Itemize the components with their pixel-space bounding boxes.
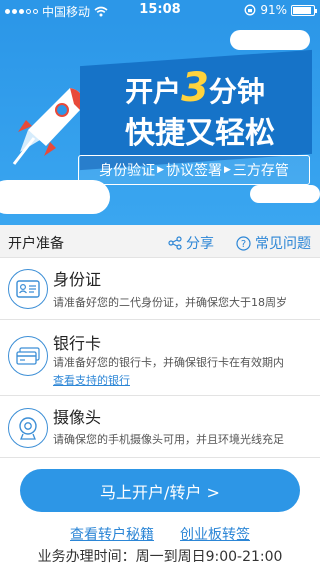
share-label: 分享 <box>186 236 214 252</box>
open-account-button[interactable]: 马上开户/转户 > <box>20 469 300 512</box>
battery-icon <box>291 4 317 16</box>
faq-button[interactable]: ? 常见问题 <box>236 233 311 253</box>
banner-title-line2: 快捷又轻松 <box>125 116 275 151</box>
title-part2: 分钟 <box>208 75 265 108</box>
bottom-links: 查看转户秘籍 创业板转签 <box>0 524 320 544</box>
camera-icon <box>8 408 48 448</box>
cloud <box>40 190 80 204</box>
bank-card-icon <box>8 336 48 376</box>
help-icon: ? <box>236 235 251 251</box>
status-right: 91% <box>244 3 317 17</box>
title-number: 3 <box>181 65 209 111</box>
arrow-right-icon: ▶ <box>224 165 231 175</box>
share-icon <box>168 236 182 250</box>
faq-label: 常见问题 <box>255 236 311 252</box>
item-name: 银行卡 <box>53 334 102 353</box>
hero-banner: 开户3分钟 快捷又轻松 身份验证 ▶ 协议签署 ▶ 三方存管 <box>0 20 320 225</box>
supported-banks-link[interactable]: 查看支持的银行 <box>53 372 130 388</box>
item-desc: 请确保您的手机摄像头可用，并且环境光线充足 <box>53 433 284 446</box>
item-desc: 请准备好您的银行卡，并确保银行卡在有效期内 <box>53 356 284 369</box>
id-card-icon <box>8 269 48 309</box>
business-hours: 业务办理时间：周一到周日9:00-21:00 <box>37 549 283 565</box>
transfer-guide-link[interactable]: 查看转户秘籍 <box>70 524 154 544</box>
status-bar: 中国移动 15:08 91% <box>0 0 320 20</box>
list-item-bank-card: 银行卡 请准备好您的银行卡，并确保银行卡在有效期内 查看支持的银行 <box>0 320 320 396</box>
gem-board-link[interactable]: 创业板转签 <box>180 524 250 544</box>
section-header: 开户准备 分享 ? 常见问题 <box>0 225 320 258</box>
item-desc: 请准备好您的二代身份证，并确保您大于18周岁 <box>53 296 287 309</box>
item-name: 身份证 <box>53 270 102 289</box>
battery-fill <box>293 6 311 14</box>
arrow-right-icon: ▶ <box>157 165 164 175</box>
step-1: 身份验证 <box>99 163 156 179</box>
rotation-lock-icon <box>244 4 256 16</box>
step-2: 协议签署 <box>166 163 222 179</box>
title-part1: 开户 <box>125 75 182 108</box>
banner-title-line1: 开户3分钟 <box>90 65 300 111</box>
step-3: 三方存管 <box>232 163 289 179</box>
share-button[interactable]: 分享 <box>168 233 214 253</box>
item-name: 摄像头 <box>53 408 102 427</box>
svg-text:?: ? <box>241 239 246 250</box>
cloud <box>230 30 310 50</box>
battery-percent: 91% <box>260 3 287 17</box>
cloud <box>250 185 320 203</box>
steps-bar: 身份验证 ▶ 协议签署 ▶ 三方存管 <box>78 155 310 185</box>
section-title: 开户准备 <box>8 236 64 252</box>
list-item-id-card: 身份证 请准备好您的二代身份证，并确保您大于18周岁 <box>0 258 320 320</box>
list-item-camera: 摄像头 请确保您的手机摄像头可用，并且环境光线充足 <box>0 396 320 458</box>
